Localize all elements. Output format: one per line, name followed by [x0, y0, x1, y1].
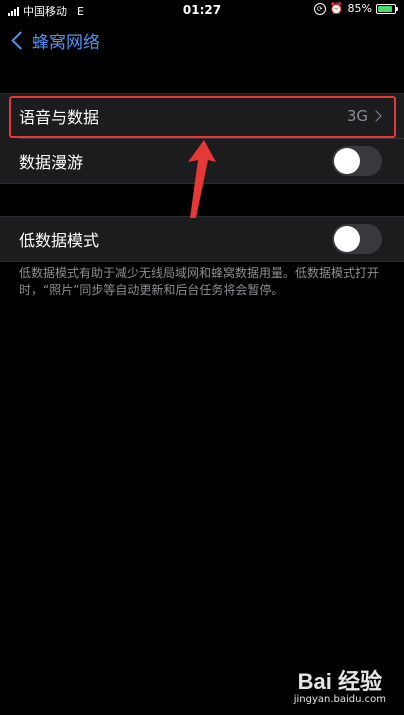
watermark-logo: Bai 经验 [297, 669, 383, 694]
row-voice-and-data[interactable]: 语音与数据 3G [0, 94, 404, 138]
battery-percent: 85% [347, 2, 372, 15]
row-low-data-mode: 低数据模式 [0, 217, 404, 261]
watermark: Bai 经验 jingyan.baidu.com [294, 664, 386, 705]
chevron-left-icon [11, 31, 30, 50]
back-label: 蜂窝网络 [32, 33, 100, 53]
watermark-url: jingyan.baidu.com [293, 694, 386, 705]
row-label: 数据漫游 [19, 153, 84, 172]
row-label: 语音与数据 [19, 108, 100, 127]
low-data-mode-toggle[interactable] [332, 224, 382, 254]
toggle-knob [334, 148, 360, 174]
low-data-mode-description: 低数据模式有助于减少无线局域网和蜂窝数据用量。低数据模式打开时，“照片”同步等自… [19, 266, 380, 297]
row-data-roaming: 数据漫游 [0, 139, 404, 183]
toggle-knob [334, 226, 360, 252]
battery-icon [376, 3, 398, 14]
chevron-right-icon [370, 110, 382, 122]
alarm-icon: ⏰ [329, 2, 344, 15]
status-right: ⟳ ⏰ 85% [313, 2, 398, 15]
settings-group-low-data: 低数据模式 [0, 216, 404, 262]
back-button[interactable]: 蜂窝网络 [8, 28, 100, 53]
data-roaming-toggle[interactable] [332, 146, 382, 176]
battery-fill [378, 5, 392, 12]
navigation-bar: 蜂窝网络 [0, 22, 404, 58]
settings-group-voice: 语音与数据 3G 数据漫游 [0, 93, 404, 184]
row-value: 3G [346, 107, 368, 125]
status-bar: 中国移动 E 01:27 ⟳ ⏰ 85% [0, 0, 404, 20]
rotation-lock-icon: ⟳ [313, 2, 326, 15]
row-label: 低数据模式 [19, 231, 100, 250]
